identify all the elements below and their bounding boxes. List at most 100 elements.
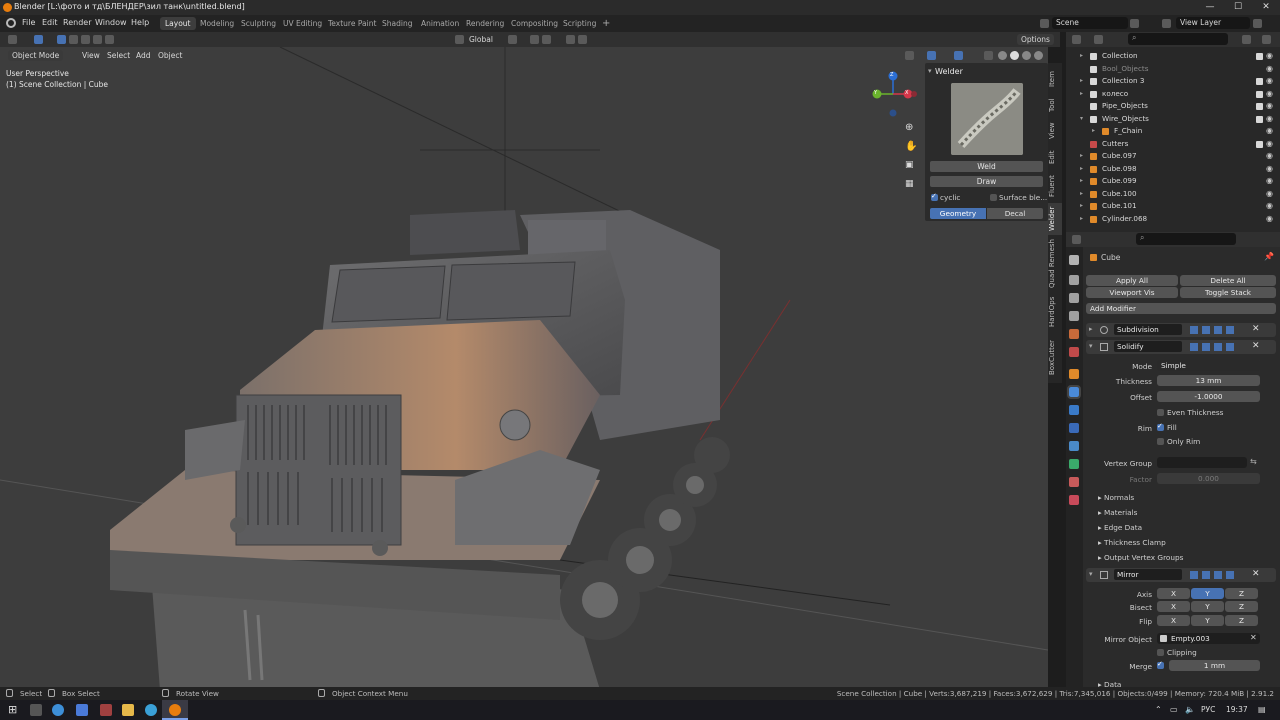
shading-solid-icon[interactable] [1010,51,1019,60]
notifications-icon[interactable]: ▤ [1258,705,1266,714]
view-layer-field[interactable]: View Layer [1176,17,1250,29]
subpanel-normals[interactable]: ▸ Normals [1098,493,1134,502]
delete-all-button[interactable]: Delete All [1180,275,1276,286]
menu-window[interactable]: Window [95,18,127,27]
outliner-row[interactable]: ▸ Collection ◉ [1066,50,1280,63]
pivot-icon[interactable] [508,35,517,44]
tab-geometry[interactable]: Geometry [930,208,986,219]
scene-icon[interactable] [1040,19,1049,28]
network-icon[interactable]: ▭ [1170,705,1178,714]
outliner-row[interactable]: ▸ Cube.098 ◉ [1066,163,1280,176]
tab-animation[interactable]: Animation [416,17,464,30]
merge-checkbox[interactable] [1157,660,1164,669]
render-toggle-icon[interactable] [1214,343,1222,351]
navigation-gizmo[interactable]: Z X Y [868,68,918,118]
expand-arrow-icon[interactable]: ▸ [1080,150,1083,163]
outliner-row[interactable]: Pipe_Objects ◉ [1066,100,1280,113]
collapse-icon[interactable]: ▾ [1089,342,1093,350]
pan-hand-icon[interactable]: ✋ [905,141,917,152]
visibility-eye-icon[interactable]: ◉ [1266,200,1273,213]
data-properties-icon[interactable] [1069,459,1079,469]
outliner-row[interactable]: Cutters ◉ [1066,138,1280,151]
outliner-editor-type-icon[interactable] [1072,35,1081,44]
apply-all-button[interactable]: Apply All [1086,275,1178,286]
visibility-eye-icon[interactable]: ◉ [1266,188,1273,201]
shading-rendered-icon[interactable] [1034,51,1043,60]
mode-dropdown-field[interactable]: Simple [1157,360,1260,371]
minimize-button[interactable]: — [1196,0,1224,15]
toggle-stack-button[interactable]: Toggle Stack [1180,287,1276,298]
surface-blend-checkbox[interactable] [990,194,997,201]
cyclic-checkbox[interactable] [931,192,938,201]
edit-mode-toggle-icon[interactable] [1190,326,1198,334]
visibility-eye-icon[interactable]: ◉ [1266,150,1273,163]
tab-compositing[interactable]: Compositing [506,17,563,30]
draw-button[interactable]: Draw [930,176,1043,187]
close-button[interactable]: ✕ [1252,0,1280,15]
visibility-eye-icon[interactable]: ◉ [1266,213,1273,226]
view-layer-properties-icon[interactable] [1069,311,1079,321]
menu-select[interactable]: Select [107,51,130,60]
flip-x-toggle[interactable]: X [1157,615,1190,626]
viewport-toggle-icon[interactable] [1202,343,1210,351]
camera-icon[interactable]: ▣ [905,160,914,170]
menu-object[interactable]: Object [158,51,182,60]
clock[interactable]: 19:37 [1226,705,1248,714]
select-mode-intersect-icon[interactable] [105,35,114,44]
blender-menu-icon[interactable] [6,18,16,28]
merge-distance-field[interactable]: 1 mm [1169,660,1260,671]
even-thickness-checkbox[interactable] [1157,409,1164,416]
subpanel-materials[interactable]: ▸ Materials [1098,508,1137,517]
chrome-icon[interactable] [52,704,64,716]
material-properties-icon[interactable] [1069,477,1079,487]
bisect-z-toggle[interactable]: Z [1225,601,1258,612]
exclude-checkbox[interactable] [1256,90,1263,98]
menu-view[interactable]: View [82,51,100,60]
select-tool-icon[interactable] [34,35,43,44]
outliner-row[interactable]: ▾ Wire_Objects ◉ [1066,113,1280,126]
remove-modifier-icon[interactable]: ✕ [1252,341,1260,351]
menu-help[interactable]: Help [131,18,149,27]
scene-field[interactable]: Scene [1052,17,1128,29]
vertex-group-field[interactable] [1157,457,1247,468]
subpanel-output-vertex-groups[interactable]: ▸ Output Vertex Groups [1098,553,1183,562]
texture-properties-icon[interactable] [1069,495,1079,505]
physics-properties-icon[interactable] [1069,423,1079,433]
viewport-toggle-icon[interactable] [1202,326,1210,334]
overlay-toggle-icon[interactable] [954,51,963,60]
tab-layout[interactable]: Layout [160,17,196,30]
expand-arrow-icon[interactable]: ▸ [1080,175,1083,188]
select-mode-new-icon[interactable] [57,35,66,44]
viewport-vis-button[interactable]: Viewport Vis [1086,287,1178,298]
remove-modifier-icon[interactable]: ✕ [1252,324,1260,334]
visibility-eye-icon[interactable]: ◉ [1266,50,1273,63]
expand-arrow-icon[interactable]: ▸ [1080,163,1083,176]
edge-icon[interactable] [76,704,88,716]
mode-dropdown[interactable]: Object Mode [8,50,64,61]
camera-toggle-icon[interactable] [1226,343,1234,351]
visibility-eye-icon[interactable]: ◉ [1266,100,1273,113]
visibility-eye-icon[interactable]: ◉ [1266,125,1273,138]
display-mode-icon[interactable] [1094,35,1103,44]
clear-mirror-object-icon[interactable]: ✕ [1250,633,1257,642]
outliner-row[interactable]: ▸ колесо ◉ [1066,88,1280,101]
file-explorer-icon[interactable] [122,704,134,716]
tab-modeling[interactable]: Modeling [195,17,239,30]
ortho-grid-icon[interactable]: ▦ [905,179,914,189]
edit-mode-toggle-icon[interactable] [1190,571,1198,579]
properties-editor-type-icon[interactable] [1072,235,1081,244]
bisect-y-toggle[interactable]: Y [1191,601,1224,612]
invert-vertex-group-icon[interactable]: ⇆ [1250,457,1257,466]
solidify-name-field[interactable]: Solidify [1114,341,1182,352]
visibility-eye-icon[interactable]: ◉ [1266,138,1273,151]
zoom-icon[interactable]: ⊕ [905,122,913,133]
modifier-properties-icon[interactable] [1067,385,1081,399]
offset-field[interactable]: -1.0000 [1157,391,1260,402]
constraints-properties-icon[interactable] [1069,441,1079,451]
mirror-modifier-header[interactable]: ▾ Mirror ✕ [1086,568,1276,582]
weld-button[interactable]: Weld [930,161,1043,172]
task-view-icon[interactable] [30,704,42,716]
shading-wireframe-icon[interactable] [998,51,1007,60]
thickness-field[interactable]: 13 mm [1157,375,1260,386]
visibility-eye-icon[interactable]: ◉ [1266,63,1273,76]
